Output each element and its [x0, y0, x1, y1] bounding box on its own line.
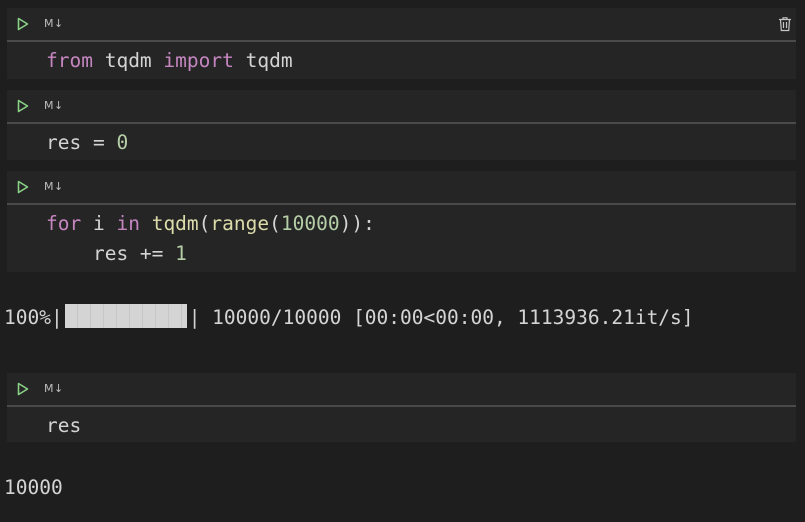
cell-toolbar: M↓ [7, 373, 796, 407]
code-line: res = 0 [46, 128, 796, 158]
code-token: tqdm [92, 49, 164, 72]
run-cell-button[interactable] [16, 180, 30, 194]
code-token: ( [269, 212, 281, 235]
progress-bar-fill [64, 304, 187, 328]
delete-cell-button[interactable] [778, 16, 792, 32]
cell-language-label[interactable]: M↓ [44, 382, 64, 395]
code-token: in [116, 212, 140, 235]
code-token: 0 [116, 131, 129, 154]
code-token: tqdm [151, 212, 199, 235]
progress-stats: | 10000/10000 [00:00<00:00, 1113936.21it… [188, 306, 694, 329]
trash-icon [779, 17, 791, 32]
code-token: res [46, 414, 82, 437]
cell-code-editor[interactable]: res [7, 407, 796, 441]
code-token: res += [46, 242, 176, 265]
run-icon [17, 17, 29, 31]
code-token: tqdm [233, 49, 293, 72]
cell-output-progress: 100%| | 10000/10000 [00:00<00:00, 1113936… [4, 304, 694, 329]
code-token: import [163, 49, 234, 72]
code-token: range [210, 212, 270, 235]
code-token: from [46, 49, 93, 72]
code-cell-4[interactable]: M↓ res [7, 373, 796, 442]
run-cell-button[interactable] [16, 17, 30, 31]
cell-toolbar: M↓ [7, 8, 796, 42]
run-icon [17, 180, 29, 194]
cell-code-editor[interactable]: from tqdm import tqdm [7, 42, 796, 76]
code-cell-1[interactable]: M↓ from tqdm import tqdm [7, 8, 796, 79]
code-line: for i in tqdm(range(10000)): [46, 209, 796, 239]
cell-language-label[interactable]: M↓ [44, 180, 64, 193]
code-token: 10000 [280, 212, 340, 235]
code-token: res = [46, 131, 117, 154]
run-cell-button[interactable] [16, 99, 30, 113]
code-token: ( [198, 212, 211, 235]
run-cell-button[interactable] [16, 382, 30, 396]
code-cell-2[interactable]: M↓ res = 0 [7, 90, 796, 160]
code-line: from tqdm import tqdm [46, 46, 796, 76]
cell-code-editor[interactable]: for i in tqdm(range(10000)): res += 1 [7, 205, 796, 269]
code-line: res [46, 411, 796, 441]
code-token: i [81, 212, 117, 235]
cell-toolbar: M↓ [7, 171, 796, 205]
cell-toolbar: M↓ [7, 90, 796, 124]
run-icon [17, 99, 29, 113]
code-token: )) [339, 212, 364, 235]
cell-language-label[interactable]: M↓ [44, 17, 64, 30]
cell-output-result: 10000 [4, 476, 63, 499]
cell-language-label[interactable]: M↓ [44, 99, 64, 112]
code-cell-3[interactable]: M↓ for i in tqdm(range(10000)): res += 1 [7, 171, 796, 272]
code-line: res += 1 [46, 239, 796, 269]
run-icon [17, 382, 29, 396]
code-token: : [363, 212, 375, 235]
progress-percent: 100%| [4, 306, 63, 329]
code-token: for [46, 212, 82, 235]
cell-code-editor[interactable]: res = 0 [7, 124, 796, 158]
code-token: 1 [175, 242, 187, 265]
